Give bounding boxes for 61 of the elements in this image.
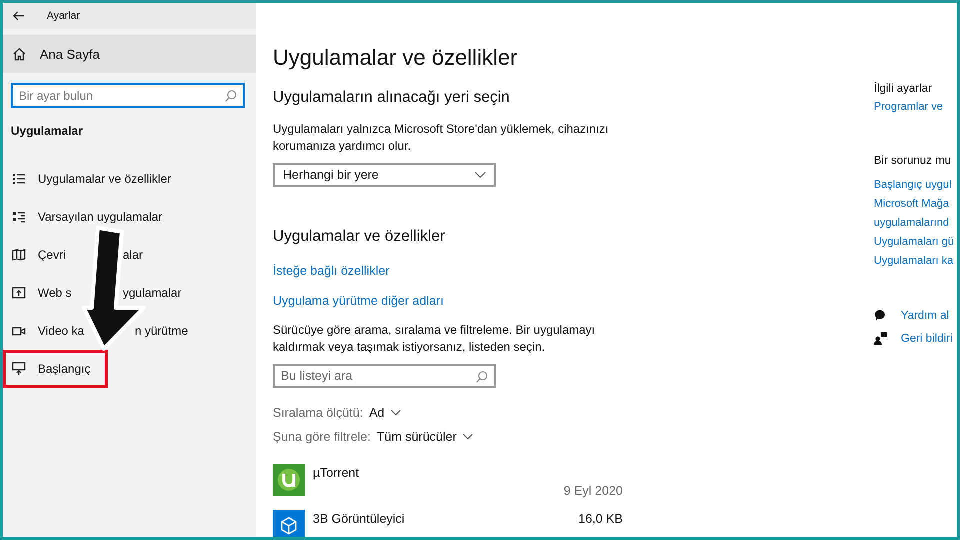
sidebar-item[interactable]: Video ka n yürütme — [3, 312, 192, 350]
home-nav-item[interactable]: Ana Sayfa — [3, 35, 256, 73]
app-name: µTorrent — [313, 466, 360, 480]
sidebar-item[interactable]: Web s ygulamalar — [3, 274, 185, 312]
questions-heading: Bir sorunuz mu — [874, 155, 952, 167]
map-icon — [12, 248, 26, 262]
utorrent-app-icon — [273, 464, 305, 496]
section-heading: Uygulamalar — [11, 124, 84, 138]
link[interactable]: Programlar ve — [874, 101, 944, 113]
link[interactable]: Microsoft Mağa — [874, 198, 950, 210]
app-search-field[interactable]: Bu listeyi ara — [273, 364, 496, 388]
description-text: Uygulamaları yalnızca Microsoft Store'dan yüklemek, cihazınızı korumanıza yardımcı olur. — [273, 121, 610, 155]
related-heading: İlgili ayarlar — [874, 83, 932, 95]
sidebar-item[interactable]: Uygulamalar ve özellikler — [3, 160, 174, 198]
sidebar-item-label: Varsayılan uygulamalar — [38, 210, 163, 224]
chevron-down-icon — [462, 434, 473, 440]
link[interactable]: Uygulama yürütme diğer adları — [273, 294, 444, 308]
home-icon — [13, 48, 26, 60]
section-heading: Uygulamaların alınacağı yeri seçin — [273, 89, 511, 107]
search-icon — [225, 90, 237, 102]
sidebar-item-label: Video ka — [38, 324, 84, 338]
install-source-dropdown[interactable]: Herhangi bir yere — [273, 163, 496, 187]
settings-search-field[interactable]: Bir ayar bulun — [11, 83, 245, 108]
app-size: 16,0 KB — [578, 512, 623, 526]
sidebar-item[interactable]: Varsayılan uygulamalar — [3, 198, 166, 236]
list-icon — [12, 210, 26, 224]
cube-app-icon — [273, 510, 305, 537]
sidebar-item-label: Başlangıç — [38, 362, 91, 376]
page-title: Uygulamalar ve özellikler — [273, 45, 519, 71]
sort-dropdown[interactable]: Sıralama ölçütü: Ad — [273, 406, 401, 420]
link[interactable]: Uygulamaları ka — [874, 255, 954, 267]
section-heading: Uygulamalar ve özellikler — [273, 228, 446, 246]
app-list-item[interactable]: 3B Görüntüleyici 16,0 KB — [273, 510, 623, 537]
description-text: Sürücüye göre arama, sıralama ve filtreleme. Bir uygulamayı kaldırmak veya taşımak istiyorsanız, listeden seçin. — [273, 322, 596, 356]
sidebar-item-label: n yürütme — [135, 324, 188, 338]
sidebar-item-label: ygulamalar — [123, 286, 182, 300]
app-name: 3B Görüntüleyici — [313, 512, 405, 526]
sidebar-item[interactable]: Çevri alar — [3, 236, 146, 274]
back-arrow-icon[interactable] — [13, 11, 25, 21]
link[interactable]: İsteğe bağlı özellikler — [273, 264, 390, 278]
sidebar-item-label: Çevri — [38, 248, 66, 262]
sidebar-item[interactable]: Başlangıç — [3, 350, 108, 388]
link[interactable]: Başlangıç uygul — [874, 179, 952, 191]
sidebar-item-label: Web s — [38, 286, 72, 300]
speech-bubble-icon — [874, 309, 887, 322]
link[interactable]: Yardım al — [901, 310, 950, 322]
app-list-item[interactable]: µTorrent 9 Eyl 2020 — [273, 464, 623, 504]
app-date: 9 Eyl 2020 — [564, 484, 623, 498]
link[interactable]: Geri bildiri — [901, 332, 953, 344]
monitor-icon — [12, 362, 26, 376]
search-icon — [476, 371, 488, 383]
link[interactable]: uygulamalarınd — [874, 217, 950, 229]
sidebar-item-label: Uygulamalar ve özellikler — [38, 172, 172, 186]
filter-dropdown[interactable]: Şuna göre filtrele: Tüm sürücüler — [273, 430, 473, 444]
person-feedback-icon — [874, 332, 887, 345]
sidebar-item-label: alar — [123, 248, 144, 262]
list-icon — [12, 172, 26, 186]
window-title: Ayarlar — [47, 10, 80, 22]
chevron-down-icon — [475, 172, 486, 178]
chevron-down-icon — [390, 410, 401, 416]
link[interactable]: Uygulamaları gü — [874, 236, 954, 248]
